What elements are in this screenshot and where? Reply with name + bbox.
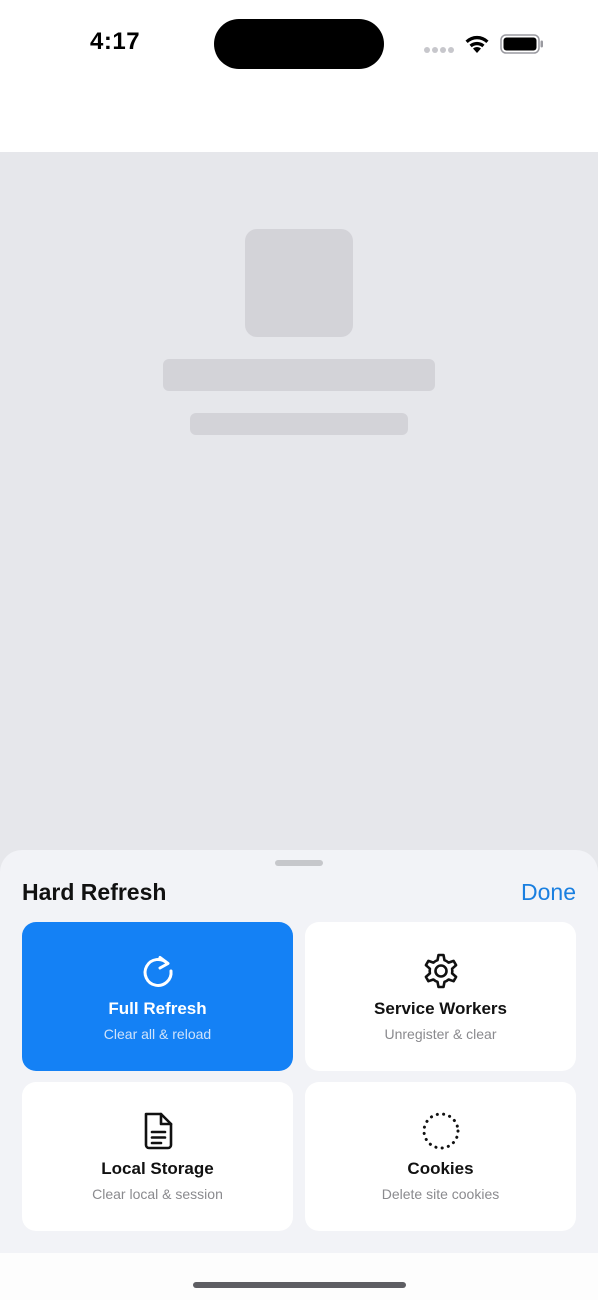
refresh-icon — [143, 956, 173, 987]
full-refresh-button[interactable]: Full Refresh Clear all & reload — [22, 922, 293, 1071]
full-refresh-subtitle: Clear all & reload — [103, 1026, 212, 1042]
browser-top-area — [0, 90, 598, 152]
hard-refresh-sheet: Hard Refresh Done Full Refresh Clear all… — [0, 850, 598, 1253]
web-content-placeholder — [0, 152, 598, 872]
document-icon — [144, 1112, 173, 1150]
status-bar: 4:17 — [0, 0, 598, 90]
skeleton-image — [245, 229, 353, 337]
home-indicator[interactable] — [193, 1282, 406, 1288]
wifi-icon — [465, 35, 489, 53]
done-button[interactable]: Done — [521, 879, 576, 906]
local-storage-subtitle: Clear local & session — [92, 1186, 223, 1202]
cookies-button[interactable]: Cookies Delete site cookies — [305, 1082, 576, 1231]
home-area — [0, 1253, 598, 1300]
dynamic-island — [214, 19, 384, 69]
skeleton-subtitle-line — [190, 413, 408, 435]
cellular-dots-icon — [424, 47, 454, 53]
screen: 4:17 Hard Refresh Done Full Refresh Clea… — [0, 0, 598, 1300]
skeleton-title-line — [163, 359, 435, 391]
sheet-title: Hard Refresh — [22, 879, 167, 905]
local-storage-label: Local Storage — [101, 1159, 214, 1178]
local-storage-button[interactable]: Local Storage Clear local & session — [22, 1082, 293, 1231]
full-refresh-label: Full Refresh — [108, 999, 207, 1018]
dotted-circle-icon — [422, 1112, 460, 1150]
status-time: 4:17 — [90, 28, 141, 55]
cookies-subtitle: Delete site cookies — [381, 1186, 500, 1202]
battery-icon — [500, 34, 543, 54]
sheet-grabber[interactable] — [275, 860, 323, 866]
service-workers-label: Service Workers — [374, 999, 507, 1018]
service-workers-button[interactable]: Service Workers Unregister & clear — [305, 922, 576, 1071]
service-workers-subtitle: Unregister & clear — [384, 1026, 497, 1042]
cookies-label: Cookies — [407, 1159, 474, 1178]
gear-icon — [424, 953, 458, 989]
